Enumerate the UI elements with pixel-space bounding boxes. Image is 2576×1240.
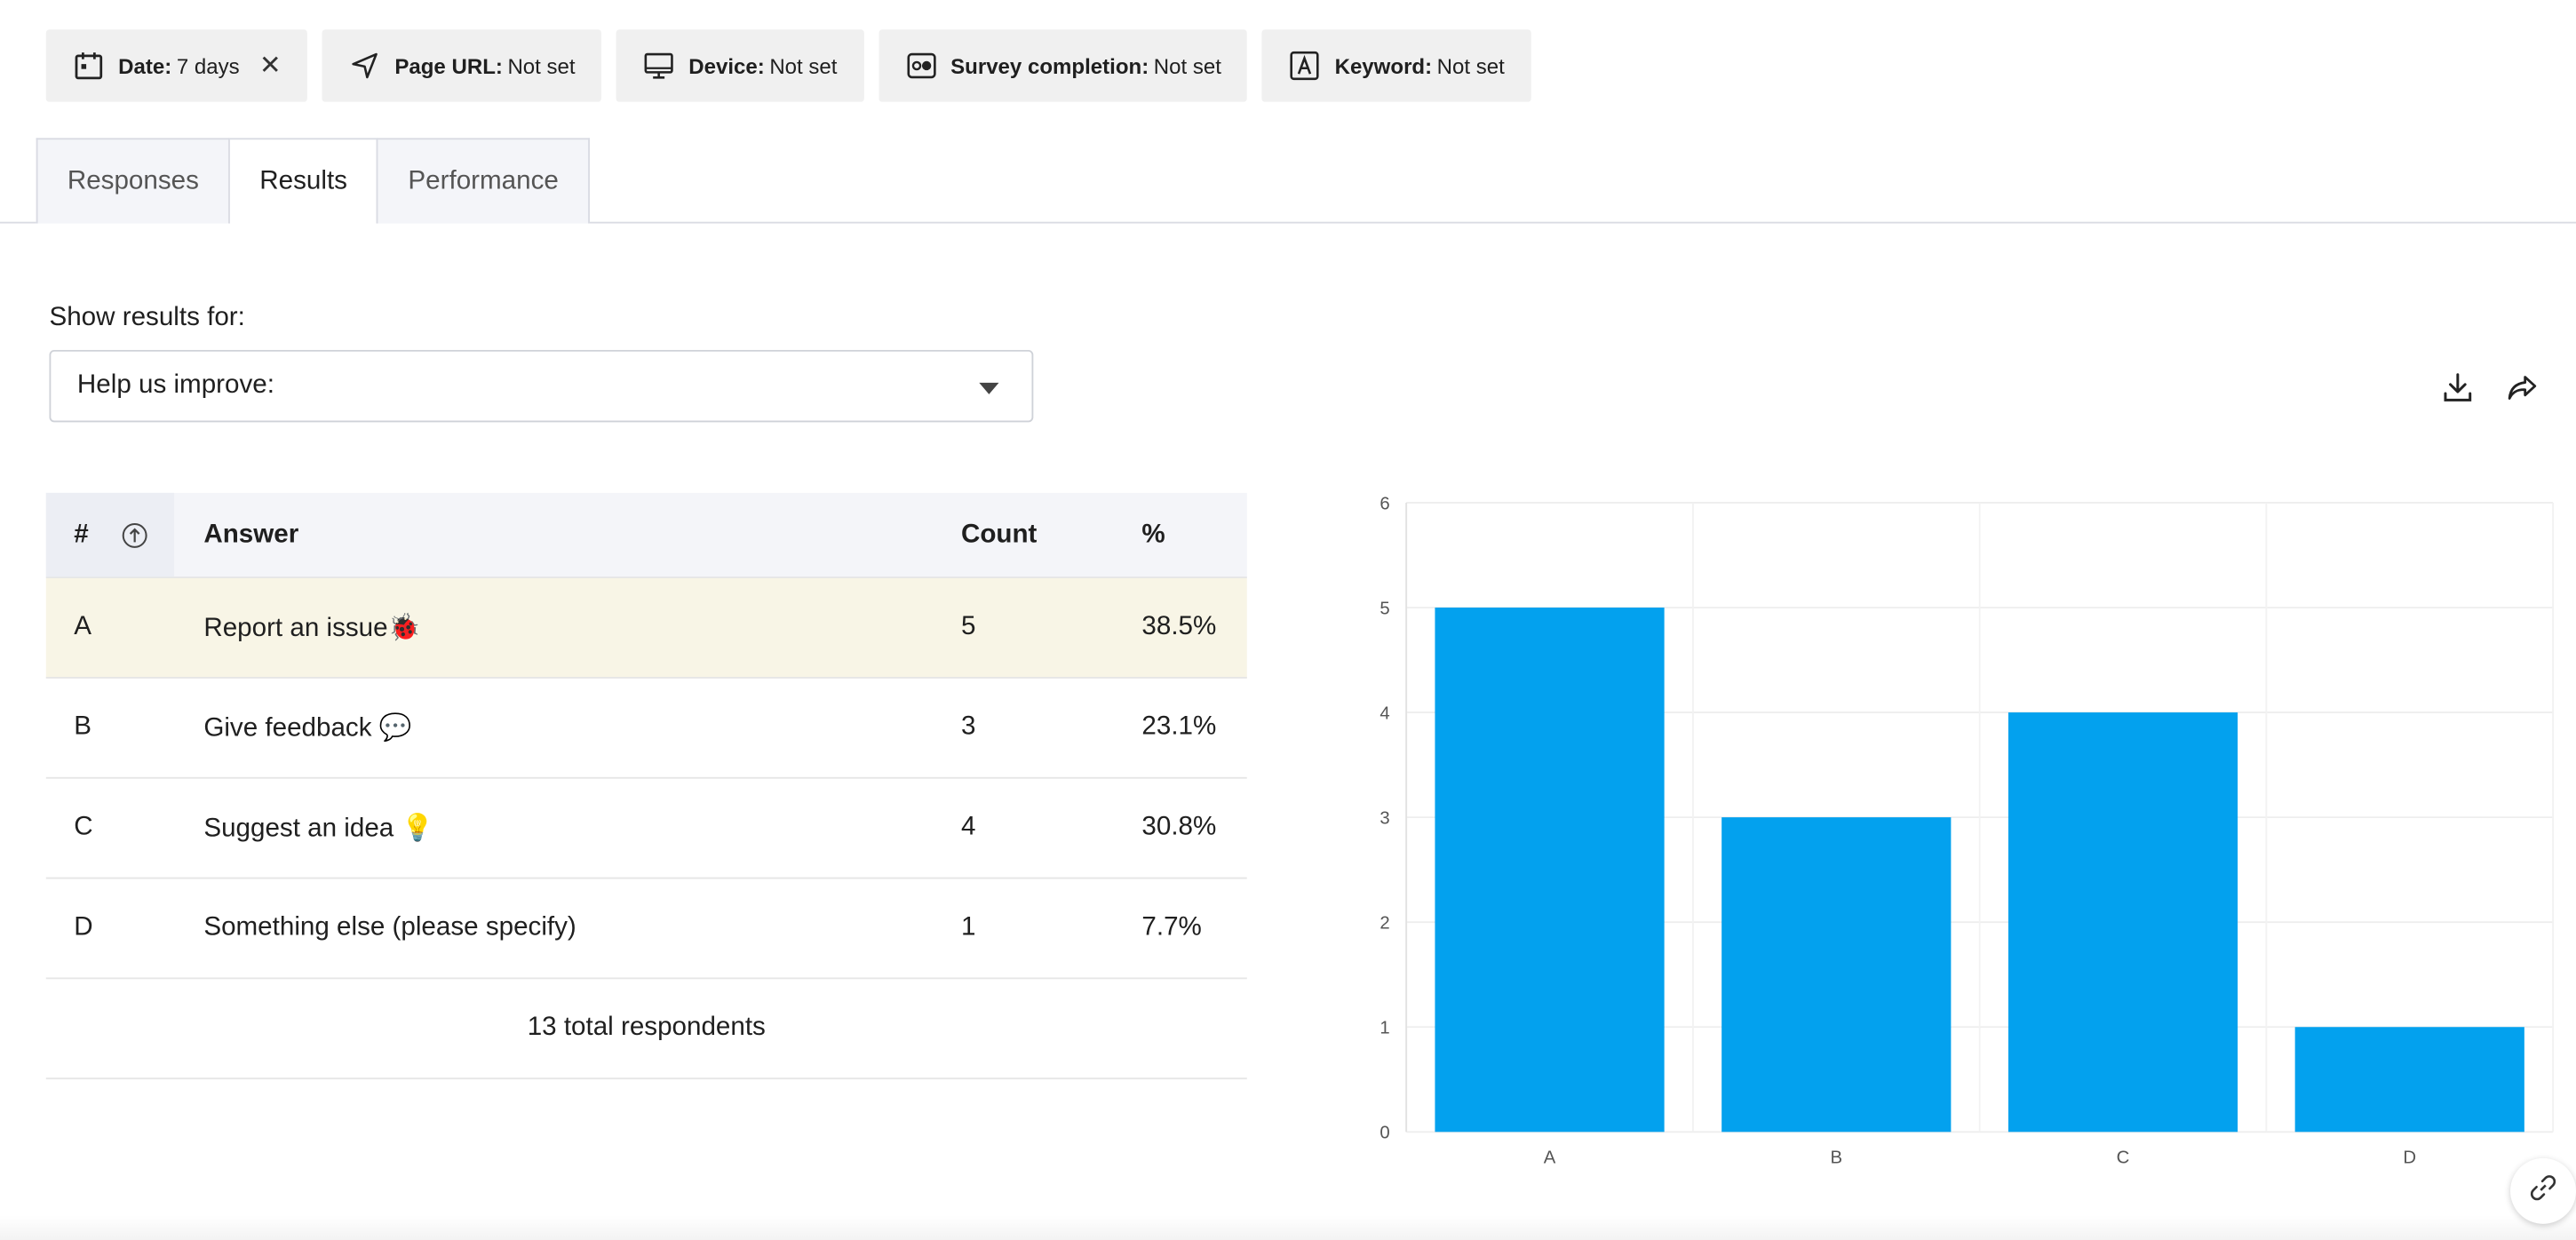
letter-a-icon	[1289, 49, 1322, 82]
filter-key: Date:	[118, 53, 172, 78]
sort-arrow-icon[interactable]	[122, 521, 148, 548]
y-tick-label: 5	[1379, 599, 1389, 618]
filter-key: Survey completion:	[950, 53, 1149, 78]
row-percent: 38.5%	[1141, 612, 1217, 641]
clear-date-filter-icon[interactable]: ✕	[259, 49, 282, 82]
question-select[interactable]: Help us improve:	[49, 349, 1034, 423]
table-header: # Answer Count %	[45, 492, 1247, 579]
row-count: 1	[960, 913, 976, 942]
x-tick-label: A	[1544, 1148, 1556, 1167]
link-icon	[2528, 1172, 2557, 1211]
date-filter-chip[interactable]: Date: 7 days ✕	[45, 29, 308, 102]
row-id: D	[74, 913, 93, 942]
row-answer: Give feedback 💬	[203, 714, 412, 743]
bar-A	[1435, 608, 1665, 1133]
toggle-icon	[904, 49, 937, 82]
y-tick-label: 0	[1379, 1124, 1389, 1143]
y-tick-label: 4	[1379, 703, 1389, 723]
show-results-label: Show results for:	[49, 304, 245, 332]
row-answer: Something else (please specify)	[203, 913, 576, 942]
filter-value: Not set	[507, 53, 576, 78]
page-url-filter-chip[interactable]: Page URL: Not set	[322, 29, 602, 102]
calendar-icon	[72, 49, 105, 82]
row-count: 4	[960, 813, 976, 841]
header-answer[interactable]: Answer	[174, 520, 961, 549]
y-tick-label: 1	[1379, 1019, 1389, 1038]
header-num-cell: #	[45, 492, 175, 577]
filter-value: Not set	[1436, 53, 1505, 78]
bar-B	[1721, 817, 1952, 1133]
download-icon[interactable]	[2440, 370, 2477, 406]
row-answer: Suggest an idea 💡	[203, 815, 434, 843]
tab-responses[interactable]: Responses	[36, 138, 231, 224]
tab-results[interactable]: Results	[230, 138, 378, 226]
filter-value: 7 days	[176, 53, 240, 78]
row-count: 3	[960, 712, 976, 742]
question-select-value: Help us improve:	[76, 370, 274, 400]
y-tick-label: 6	[1379, 494, 1389, 513]
filter-value: Not set	[769, 53, 838, 78]
share-icon[interactable]	[2504, 370, 2540, 406]
tab-performance[interactable]: Performance	[377, 138, 590, 224]
bar-C	[2008, 712, 2238, 1133]
x-tick-label: D	[2403, 1148, 2416, 1167]
row-count: 5	[960, 612, 976, 641]
total-respondents: 13 total respondents	[45, 979, 1247, 1080]
keyword-filter-chip[interactable]: Keyword: Not set	[1262, 29, 1531, 102]
y-tick-label: 2	[1379, 914, 1389, 934]
row-id: C	[74, 813, 93, 841]
caret-down-icon	[979, 382, 999, 394]
bottom-edge	[0, 1215, 2576, 1240]
row-percent: 7.7%	[1141, 913, 1202, 942]
copy-link-button[interactable]	[2510, 1157, 2576, 1224]
row-percent: 23.1%	[1141, 712, 1217, 742]
table-row[interactable]: B Give feedback 💬 3 23.1%	[45, 679, 1247, 779]
filter-value: Not set	[1153, 53, 1221, 78]
header-count[interactable]: Count	[961, 520, 1141, 549]
header-num: #	[74, 520, 89, 548]
survey-completion-filter-chip[interactable]: Survey completion: Not set	[878, 29, 1248, 102]
monitor-icon	[642, 49, 675, 82]
device-filter-chip[interactable]: Device: Not set	[616, 29, 864, 102]
filter-key: Page URL:	[394, 53, 503, 78]
filter-key: Keyword:	[1334, 53, 1433, 78]
row-id: B	[74, 712, 91, 742]
row-answer: Report an issue🐞	[203, 614, 421, 643]
filter-key: Device:	[688, 53, 765, 78]
bar-D	[2294, 1027, 2524, 1133]
tab-bar: Responses Results Performance	[36, 138, 590, 226]
x-tick-label: B	[1830, 1148, 1842, 1167]
header-percent[interactable]: %	[1141, 520, 1246, 549]
table-row[interactable]: C Suggest an idea 💡 4 30.8%	[45, 779, 1247, 879]
row-percent: 30.8%	[1141, 813, 1217, 841]
y-tick-label: 3	[1379, 809, 1389, 829]
filter-bar: Date: 7 days ✕ Page URL: Not set Device:…	[45, 29, 1531, 102]
row-id: A	[74, 612, 91, 641]
results-table: # Answer Count % A Report an issue🐞 5 38…	[45, 492, 1247, 1080]
location-arrow-icon	[349, 49, 382, 82]
table-row[interactable]: D Something else (please specify) 1 7.7%	[45, 878, 1247, 980]
table-row[interactable]: A Report an issue🐞 5 38.5%	[45, 578, 1247, 679]
page: Date: 7 days ✕ Page URL: Not set Device:…	[0, 0, 2576, 1240]
x-tick-label: C	[2117, 1148, 2130, 1167]
results-bar-chart: 0 1 2 3 4 5 6 A B C D	[1379, 494, 2555, 1167]
